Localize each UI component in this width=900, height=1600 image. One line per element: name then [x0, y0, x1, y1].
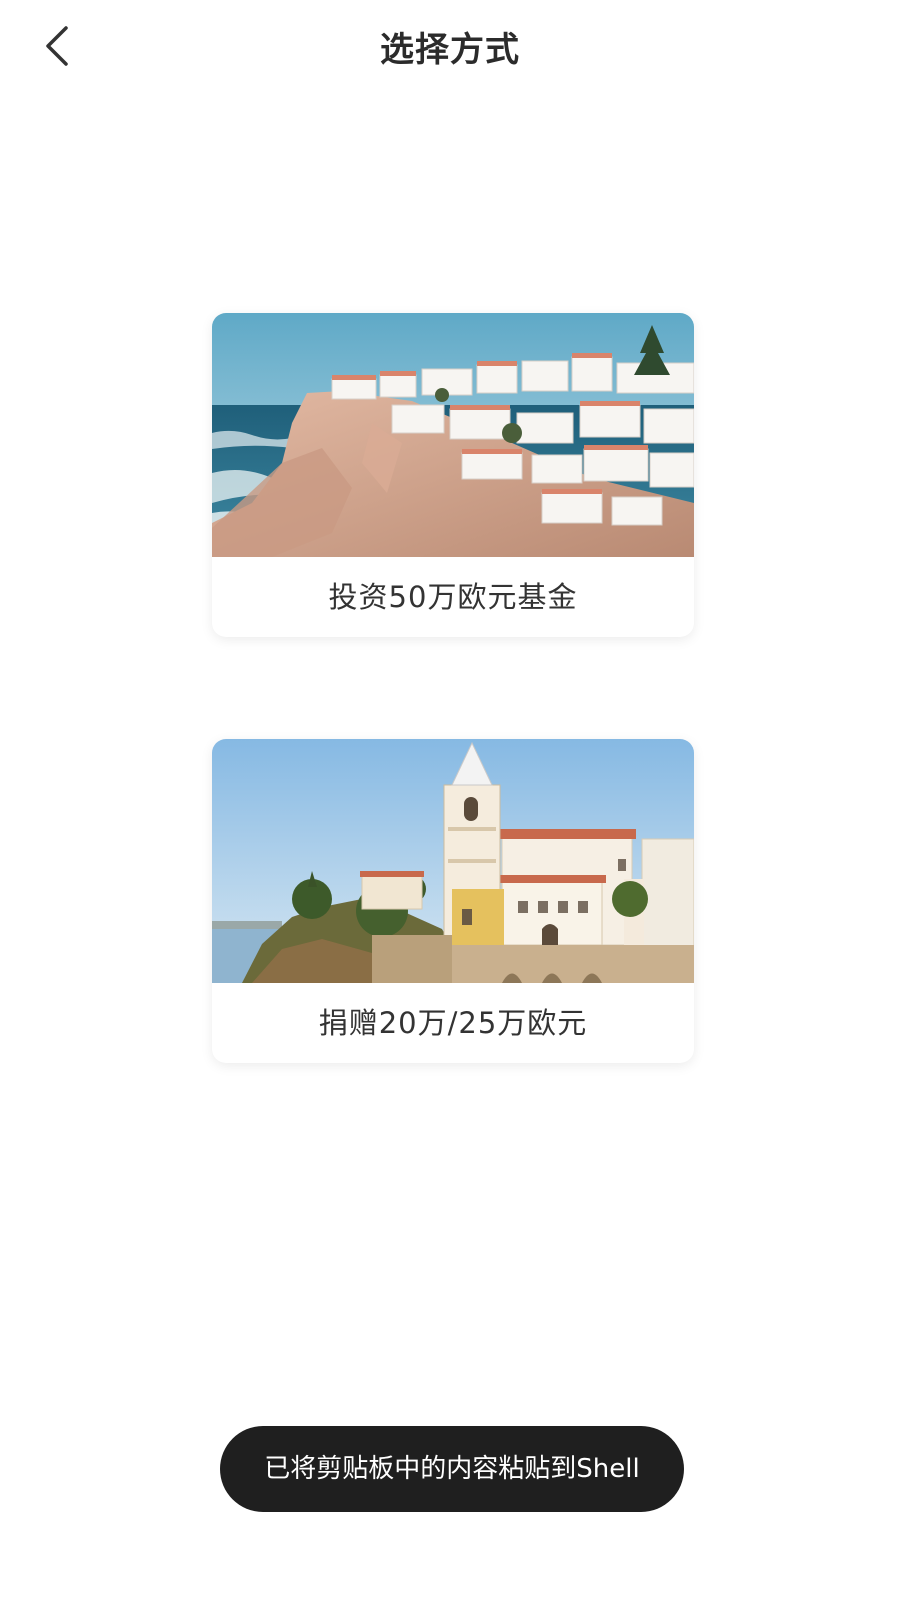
option-label: 投资50万欧元基金 [328, 580, 578, 614]
coastal-town-cliff-photo [212, 313, 694, 557]
option-card-fund-investment[interactable]: 投资50万欧元基金 [212, 313, 694, 637]
option-card-donation[interactable]: 捐赠20万/25万欧元 [212, 739, 694, 1063]
header: 选择方式 [0, 0, 900, 92]
page-title: 选择方式 [380, 30, 520, 70]
toast-message: 已将剪贴板中的内容粘贴到Shell [220, 1426, 684, 1512]
screen: 选择方式 投资50万欧元基金 捐赠20万/25万欧元 已将剪贴板中的内容粘贴到S… [0, 0, 900, 1600]
church-bell-tower-photo [212, 739, 694, 983]
option-label: 捐赠20万/25万欧元 [318, 1006, 588, 1040]
